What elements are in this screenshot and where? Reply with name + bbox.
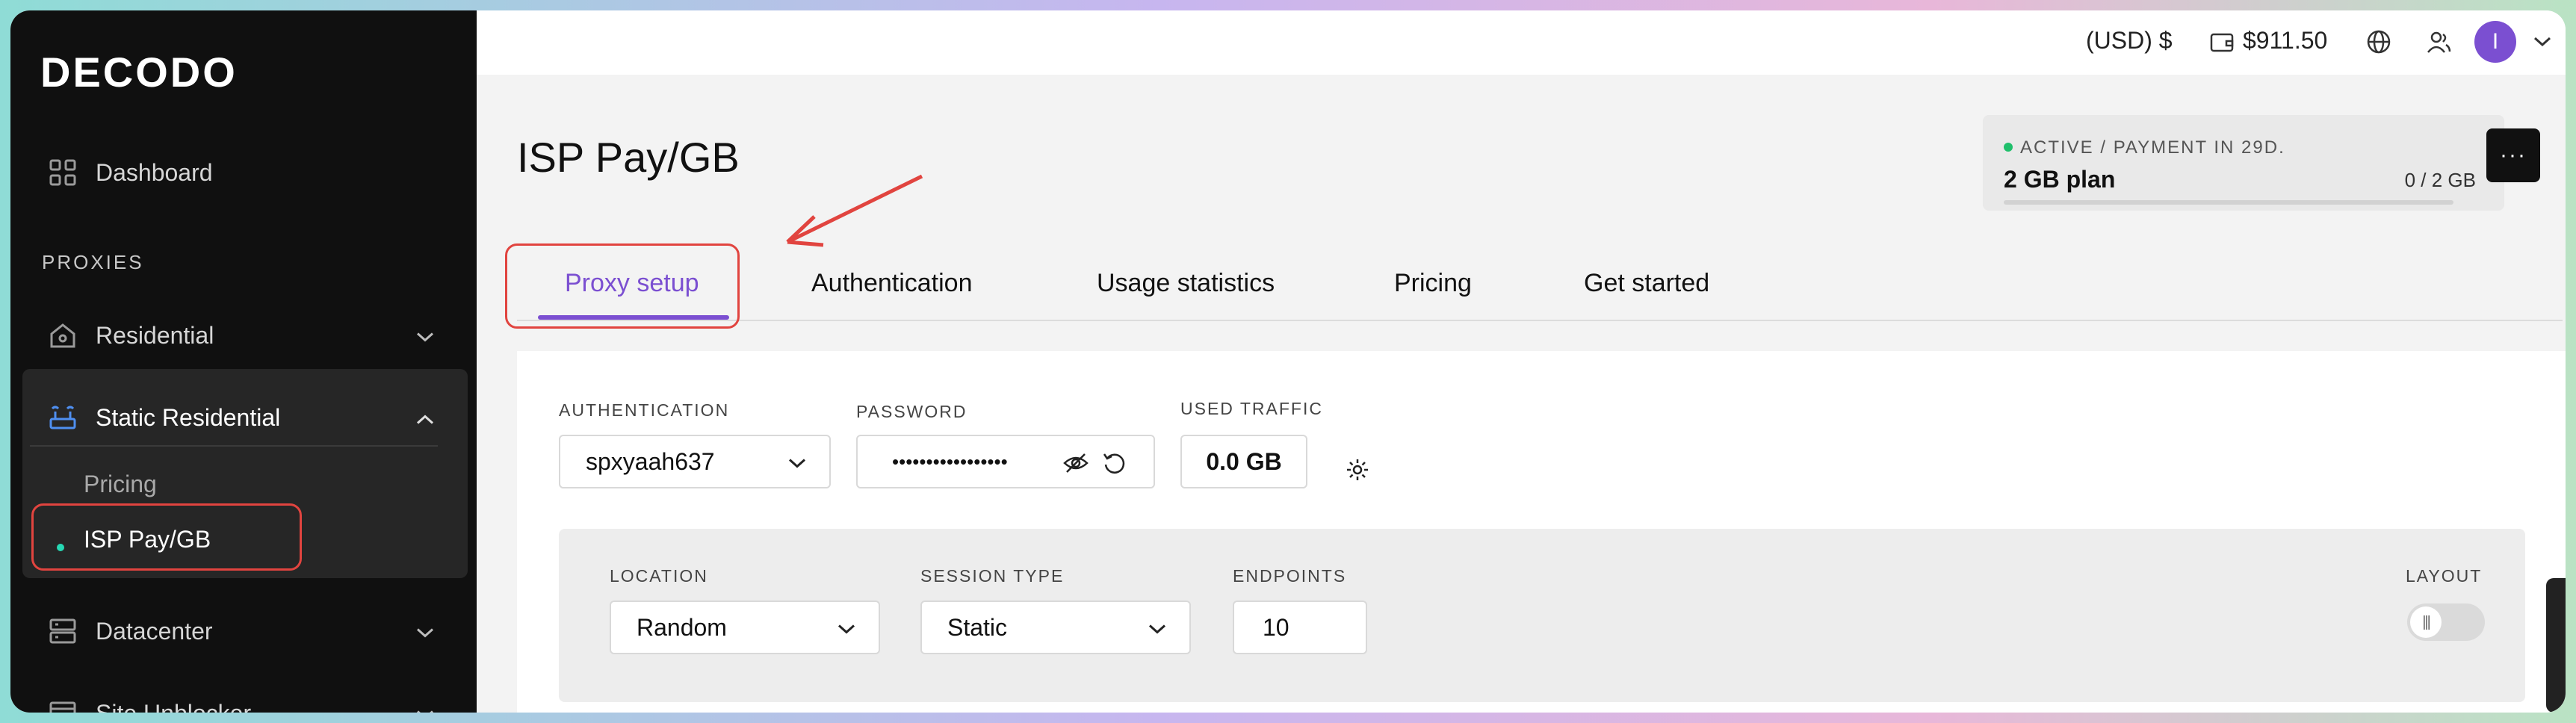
globe-icon[interactable] bbox=[2365, 28, 2392, 59]
layout-toggle[interactable]: ||| bbox=[2407, 603, 2485, 641]
chevron-down-icon bbox=[837, 614, 856, 642]
chevron-down-icon bbox=[415, 700, 435, 713]
tab-authentication[interactable]: Authentication bbox=[811, 269, 973, 298]
users-icon[interactable] bbox=[2425, 28, 2452, 59]
sidebar-item-site-unblocker[interactable]: Site Unblocker bbox=[10, 680, 477, 713]
highlight-box bbox=[505, 243, 740, 329]
page-title: ISP Pay/GB bbox=[517, 134, 740, 181]
wallet-icon bbox=[2208, 28, 2235, 59]
endpoints-label: ENDPOINTS bbox=[1233, 566, 1347, 586]
authentication-select[interactable]: spxyaah637 bbox=[559, 435, 831, 488]
refresh-icon[interactable] bbox=[1101, 450, 1128, 482]
sidebar-item-residential[interactable]: Residential bbox=[10, 302, 477, 369]
plan-name: 2 GB plan bbox=[2004, 166, 2116, 193]
sidebar-item-static-residential[interactable]: Static Residential bbox=[10, 384, 477, 451]
endpoints-input[interactable]: 10 bbox=[1233, 601, 1367, 654]
plan-usage: 0 / 2 GB bbox=[2404, 169, 2476, 191]
used-traffic-value: 0.0 GB bbox=[1180, 435, 1307, 488]
chevron-down-icon bbox=[415, 322, 435, 350]
location-value: Random bbox=[637, 613, 727, 641]
sidebar-item-label: Site Unblocker bbox=[96, 700, 251, 713]
session-type-select[interactable]: Static bbox=[920, 601, 1191, 654]
dashboard-icon bbox=[46, 156, 79, 189]
session-type-value: Static bbox=[947, 613, 1008, 641]
more-options-button[interactable]: ··· bbox=[2486, 128, 2540, 182]
status-dot bbox=[2004, 143, 2013, 152]
sidebar-item-label: Dashboard bbox=[96, 158, 213, 186]
app-window: DECODO Dashboard PROXIES Residential Sta… bbox=[10, 10, 2566, 713]
section-label-proxies: PROXIES bbox=[42, 251, 144, 273]
password-label: PASSWORD bbox=[856, 402, 967, 421]
home-icon bbox=[46, 319, 79, 352]
chevron-down-icon bbox=[1148, 614, 1167, 642]
location-label: LOCATION bbox=[610, 566, 708, 586]
currency-selector[interactable]: (USD) $ bbox=[2086, 27, 2173, 55]
authentication-label: AUTHENTICATION bbox=[559, 400, 730, 420]
used-traffic-label: USED TRAFFIC bbox=[1180, 399, 1323, 418]
browser-icon bbox=[46, 697, 79, 713]
balance[interactable]: $911.50 bbox=[2243, 27, 2327, 55]
plan-status: ACTIVE / PAYMENT IN 29D. bbox=[2020, 137, 2285, 158]
avatar[interactable]: I bbox=[2474, 21, 2516, 63]
logo: DECODO bbox=[40, 49, 238, 96]
tab-get-started[interactable]: Get started bbox=[1584, 269, 1709, 298]
highlight-box bbox=[31, 503, 302, 571]
tab-bar: Proxy setup Authentication Usage statist… bbox=[517, 257, 2563, 321]
sidebar-item-label: Static Residential bbox=[96, 403, 281, 431]
chevron-down-icon bbox=[415, 618, 435, 645]
annotation-arrow bbox=[786, 174, 923, 247]
feedback-side-tab[interactable] bbox=[2546, 578, 2566, 713]
session-type-label: SESSION TYPE bbox=[920, 566, 1065, 586]
password-field[interactable]: ••••••••••••••••• bbox=[856, 435, 1155, 488]
plan-progress-bar bbox=[2004, 200, 2453, 205]
sidebar: DECODO Dashboard PROXIES Residential Sta… bbox=[10, 10, 477, 713]
chevron-down-icon[interactable] bbox=[2533, 36, 2552, 52]
plan-card: ACTIVE / PAYMENT IN 29D. 2 GB plan 0 / 2… bbox=[1983, 115, 2504, 211]
authentication-value: spxyaah637 bbox=[586, 447, 715, 475]
sidebar-item-dashboard[interactable]: Dashboard bbox=[10, 139, 477, 206]
router-icon bbox=[46, 401, 79, 434]
password-value: ••••••••••••••••• bbox=[892, 450, 1008, 473]
tab-pricing[interactable]: Pricing bbox=[1394, 269, 1472, 298]
settings-gear-icon[interactable] bbox=[1345, 457, 1370, 486]
sidebar-subitem-pricing[interactable]: Pricing bbox=[84, 471, 157, 498]
chevron-up-icon bbox=[415, 404, 435, 432]
server-icon bbox=[46, 615, 79, 648]
layout-label: LAYOUT bbox=[2406, 566, 2483, 586]
eye-off-icon[interactable] bbox=[1062, 450, 1089, 482]
tab-usage-statistics[interactable]: Usage statistics bbox=[1097, 269, 1275, 298]
sidebar-item-datacenter[interactable]: Datacenter bbox=[10, 598, 477, 665]
chevron-down-icon bbox=[787, 448, 807, 476]
sidebar-item-label: Residential bbox=[96, 321, 214, 349]
toggle-knob-icon: ||| bbox=[2410, 606, 2442, 638]
location-select[interactable]: Random bbox=[610, 601, 880, 654]
sidebar-item-label: Datacenter bbox=[96, 617, 213, 645]
